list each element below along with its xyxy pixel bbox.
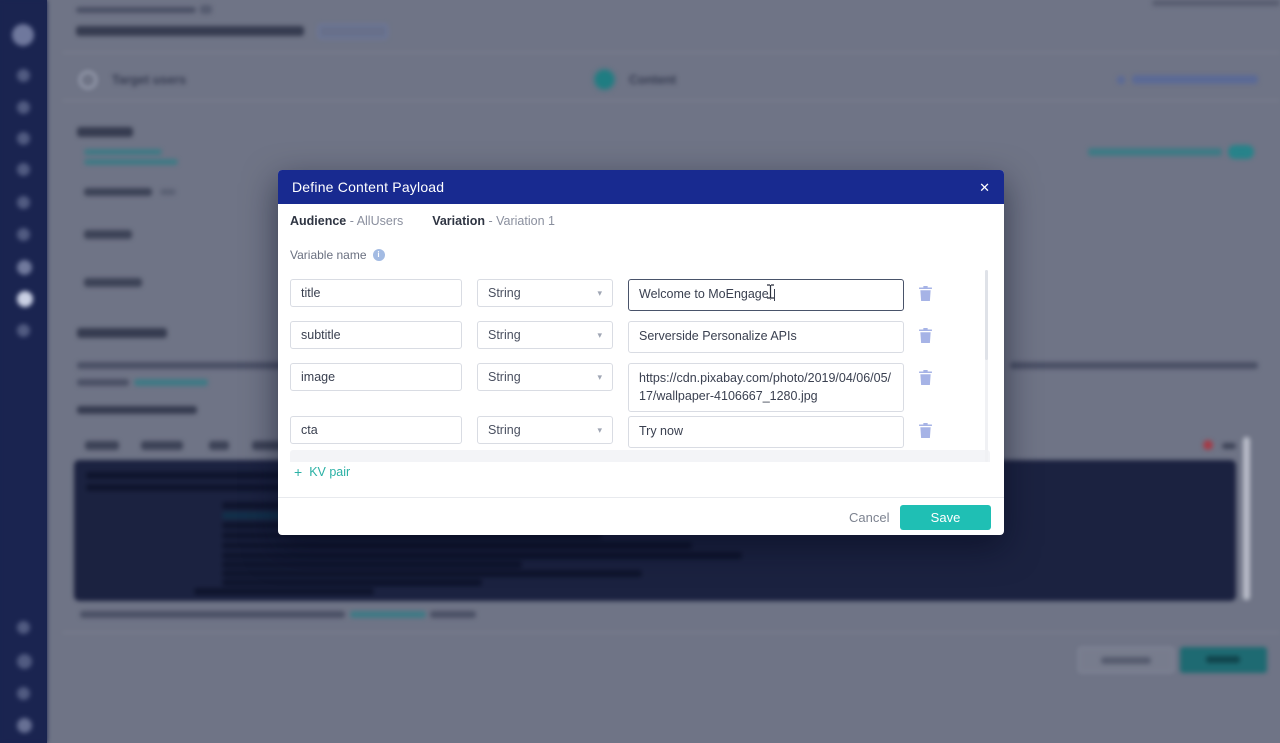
audience-value: - AllUsers (350, 214, 403, 228)
sidebar-icon-content[interactable] (17, 228, 30, 241)
topbar-link[interactable] (1132, 75, 1258, 84)
save-button[interactable]: Save (900, 505, 991, 530)
variable-type-select[interactable]: String ▾ (477, 279, 613, 307)
code-section-label (77, 406, 197, 414)
variable-type-select[interactable]: String ▾ (477, 321, 613, 349)
variable-name-label: Variable name i (290, 248, 385, 262)
variable-name-input[interactable] (290, 363, 462, 391)
audience-heading (77, 127, 133, 137)
plus-icon: + (294, 464, 302, 480)
feature-toggle[interactable] (1228, 145, 1254, 159)
divider (62, 52, 1280, 53)
chevron-down-icon: ▾ (597, 372, 602, 383)
close-icon[interactable]: ✕ (979, 181, 990, 194)
record-dot-icon (1203, 440, 1213, 450)
delete-row-icon[interactable] (919, 370, 932, 385)
app-logo-icon[interactable] (12, 24, 34, 46)
modal-scrollbar[interactable] (985, 270, 988, 462)
templates-heading (77, 328, 167, 338)
variable-type-select[interactable]: String ▾ (477, 363, 613, 391)
delete-row-icon[interactable] (919, 286, 932, 301)
field-hint-1 (160, 189, 176, 195)
field-label-1 (84, 188, 152, 196)
secondary-button[interactable] (1078, 647, 1174, 673)
breadcrumb-badge (200, 5, 212, 14)
sidebar-icon-campaigns[interactable] (17, 132, 30, 145)
field-label-3 (84, 278, 142, 287)
sidebar-icon-dashboard[interactable] (17, 69, 30, 82)
paragraph-line1-right (1010, 362, 1258, 369)
audience-link-line1[interactable] (84, 149, 162, 155)
chevron-down-icon: ▾ (597, 425, 602, 436)
chevron-left-icon[interactable] (1117, 76, 1125, 84)
audience-label: Audience (290, 214, 346, 228)
sidebar-icon-notifications[interactable] (17, 654, 32, 669)
modal-title: Define Content Payload (292, 179, 444, 195)
chevron-down-icon: ▾ (597, 330, 602, 341)
code-tab-extra (1222, 443, 1236, 449)
variable-type-select[interactable]: String ▾ (477, 416, 613, 444)
step2-label[interactable]: Content (629, 73, 676, 87)
page-title-badge (318, 24, 388, 39)
sidebar-icon-templates[interactable] (17, 260, 32, 275)
info-icon[interactable]: i (373, 249, 385, 261)
sidebar-icon-gear[interactable] (17, 718, 32, 733)
sidebar-nav (0, 0, 47, 743)
variable-value-input[interactable]: Try now (628, 416, 904, 448)
step1-circle-icon (79, 71, 97, 89)
step2-circle-icon (595, 70, 614, 89)
ibeam-cursor (766, 284, 775, 299)
sidebar-icon-journeys[interactable] (17, 196, 30, 209)
sidebar-icon-segments[interactable] (17, 101, 30, 114)
code-tab-go[interactable] (209, 441, 229, 450)
paragraph-line2 (77, 379, 129, 386)
divider (62, 100, 1280, 101)
sidebar-icon-help[interactable] (17, 621, 30, 634)
variable-value-input[interactable]: https://cdn.pixabay.com/photo/2019/04/06… (628, 363, 904, 412)
step1-label[interactable]: Target users (112, 73, 186, 87)
sidebar-icon-analytics[interactable] (17, 163, 30, 176)
code-scrollbar[interactable] (1243, 437, 1250, 600)
code-tab-python[interactable] (141, 441, 183, 450)
variation-value: - Variation 1 (488, 214, 554, 228)
breadcrumb (76, 7, 196, 13)
variable-name-input[interactable] (290, 279, 462, 307)
define-content-payload-modal: Define Content Payload ✕ Audience - AllU… (278, 170, 1004, 535)
paragraph-link[interactable] (134, 379, 208, 386)
page-title (76, 26, 304, 36)
delete-row-icon[interactable] (919, 328, 932, 343)
sidebar-icon-user[interactable] (17, 687, 30, 700)
add-kv-pair-button[interactable]: + KV pair (294, 464, 350, 480)
sidebar-icon-apps[interactable] (17, 324, 30, 337)
note-text (80, 611, 345, 618)
sidebar-icon-settings-wrench[interactable] (17, 291, 33, 307)
topbar-right-strip (1152, 0, 1280, 6)
variation-label: Variation (432, 214, 485, 228)
modal-footer-divider (278, 497, 1004, 498)
variable-name-input[interactable] (290, 321, 462, 349)
divider (62, 632, 1280, 633)
variable-name-input[interactable] (290, 416, 462, 444)
note-text-2 (430, 611, 476, 618)
variable-value-input[interactable]: Serverside Personalize APIs (628, 321, 904, 353)
note-link[interactable] (350, 611, 426, 618)
field-label-2 (84, 230, 132, 239)
delete-row-icon[interactable] (919, 423, 932, 438)
next-row-peek (290, 450, 990, 462)
primary-button[interactable] (1180, 647, 1267, 673)
code-tab-curl[interactable] (85, 441, 119, 450)
chevron-down-icon: ▾ (597, 288, 602, 299)
modal-context-line: Audience - AllUsers Variation - Variatio… (290, 214, 555, 228)
toggle-label (1088, 148, 1222, 156)
audience-link-line2[interactable] (84, 159, 178, 165)
cancel-button[interactable]: Cancel (849, 510, 889, 525)
modal-header: Define Content Payload ✕ (278, 170, 1004, 204)
